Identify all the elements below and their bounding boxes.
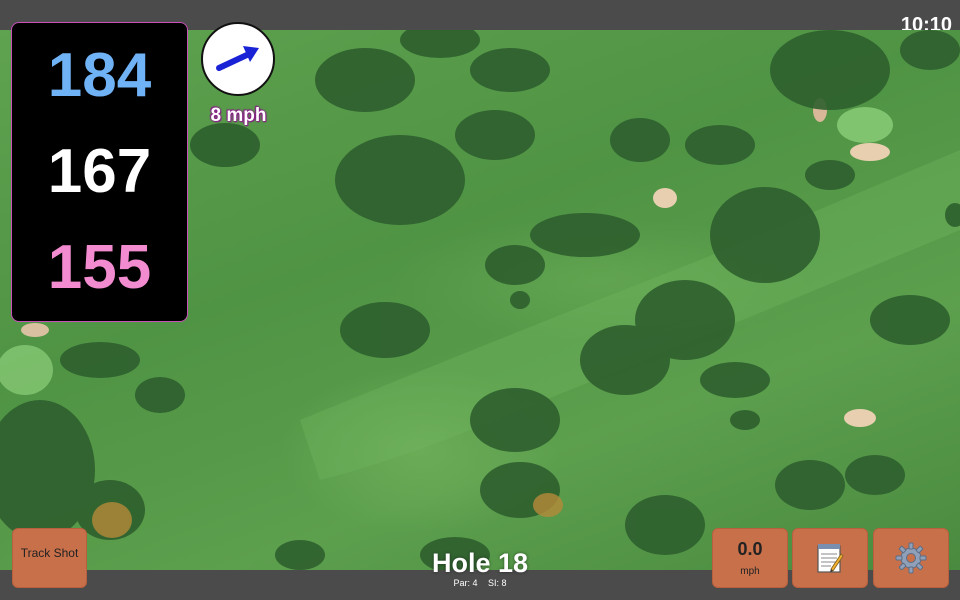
notes-button[interactable] xyxy=(792,528,868,588)
gear-icon xyxy=(895,542,927,574)
par-label: Par: 4 xyxy=(453,578,478,588)
wind-arrow-icon xyxy=(216,46,259,71)
hole-title: Hole 18 xyxy=(431,548,529,578)
track-shot-label: Track Shot xyxy=(20,546,79,560)
speed-value: 0.0 xyxy=(737,539,763,559)
back-distance: 184 xyxy=(47,41,152,110)
distance-panel: 184 167 155 xyxy=(11,22,188,322)
track-shot-button[interactable]: Track Shot xyxy=(12,528,87,588)
stroke-index-label: SI: 8 xyxy=(488,578,507,588)
settings-button[interactable] xyxy=(873,528,949,588)
wind-indicator xyxy=(201,22,275,96)
hole-meta: Par: 4 SI: 8 xyxy=(380,578,580,588)
speed-button[interactable]: 0.0 mph xyxy=(712,528,788,588)
notepad-icon xyxy=(817,544,844,573)
speed-unit: mph xyxy=(740,566,760,577)
front-distance: 155 xyxy=(47,233,152,302)
wind-speed: 8 mph xyxy=(210,105,267,126)
middle-distance: 167 xyxy=(47,137,152,206)
